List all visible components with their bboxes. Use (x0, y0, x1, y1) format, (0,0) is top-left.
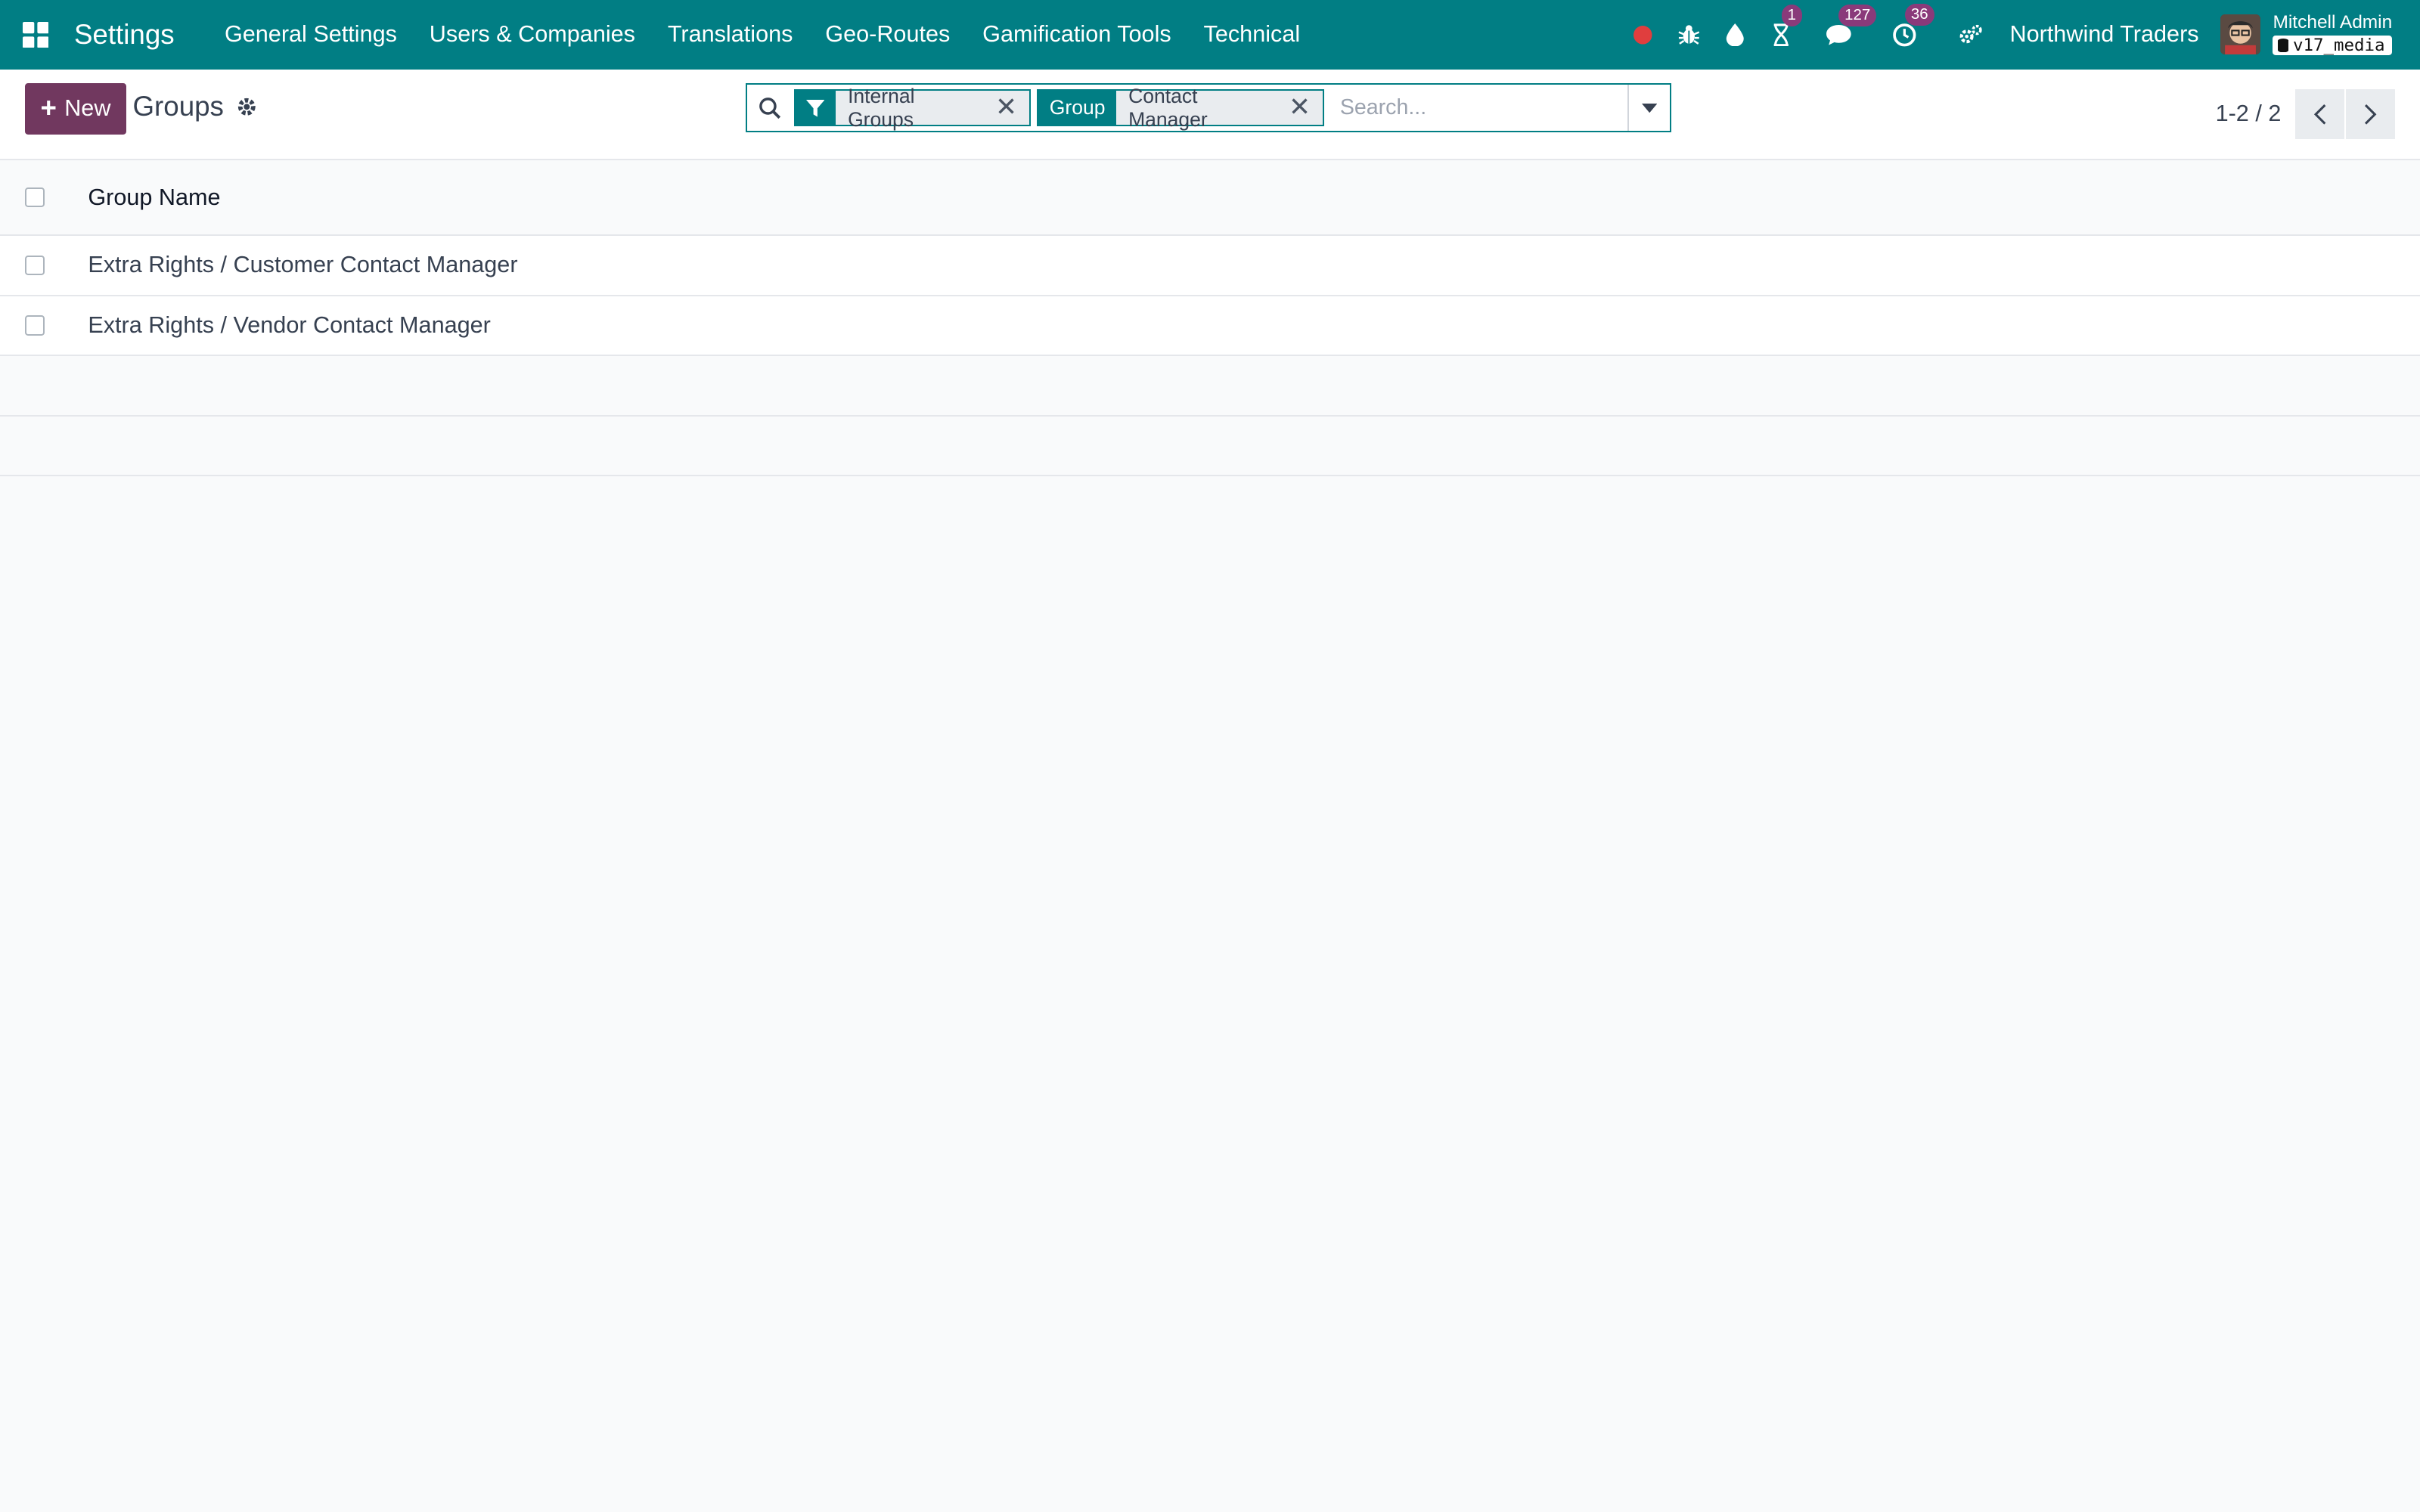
app-root: Settings General Settings Users & Compan… (0, 0, 2420, 1512)
debug-bug-icon[interactable] (1668, 23, 1711, 47)
remove-facet-close-icon[interactable]: ✕ (995, 94, 1017, 121)
row-checkbox[interactable] (24, 255, 45, 276)
facet-group-text: Contact Manager (1128, 84, 1208, 131)
database-name: v17_media (2292, 35, 2385, 55)
remove-facet-close-icon[interactable]: ✕ (1289, 94, 1311, 121)
menu-technical[interactable]: Technical (1187, 21, 1316, 48)
settings-gears-icon[interactable] (1950, 23, 1993, 47)
search-facet-groupby: Group Contact Manager ✕ (1037, 85, 1325, 131)
search-icon[interactable] (747, 97, 794, 120)
search-input[interactable] (1330, 86, 1627, 130)
pager-value[interactable]: 1-2 / 2 (2216, 101, 2282, 127)
caret-down-icon (1641, 103, 1658, 113)
select-all-checkbox[interactable] (24, 187, 45, 208)
group-name-cell[interactable]: Extra Rights / Vendor Contact Manager (88, 312, 491, 339)
empty-row (0, 416, 2420, 477)
groups-list: Group Name Extra Rights / Customer Conta… (0, 160, 2420, 477)
table-row[interactable]: Extra Rights / Vendor Contact Manager (0, 296, 2420, 357)
chevron-right-icon (2364, 104, 2376, 125)
messages-count-badge: 127 (1838, 5, 1877, 26)
menu-general-settings[interactable]: General Settings (209, 21, 414, 48)
actions-gear-icon[interactable] (236, 96, 258, 118)
plus-icon: + (40, 92, 57, 124)
facet-filter-text: Internal Groups (848, 84, 915, 131)
pager-previous-button[interactable] (2294, 89, 2344, 139)
chevron-left-icon (2314, 104, 2326, 125)
user-menu[interactable]: Mitchell Admin v17_media (2220, 12, 2393, 56)
activity-count-badge: 1 (1781, 5, 1803, 26)
empty-row (0, 356, 2420, 417)
updates-clock-icon[interactable]: 36 (1883, 4, 1934, 48)
select-all-cell (0, 187, 88, 208)
user-name: Mitchell Admin (2273, 12, 2393, 33)
menu-translations[interactable]: Translations (651, 21, 808, 48)
user-info: Mitchell Admin v17_media (2273, 12, 2393, 56)
new-button[interactable]: + New (24, 83, 127, 135)
user-avatar (2220, 14, 2261, 55)
table-row[interactable]: Extra Rights / Customer Contact Manager (0, 236, 2420, 296)
search-options-toggle[interactable] (1627, 85, 1670, 132)
droplet-icon[interactable] (1714, 23, 1757, 47)
app-menu-icon[interactable] (18, 17, 52, 51)
systray: 1 127 36 Northwind Traders Mitchell Admi… (1619, 0, 2420, 70)
top-navbar: Settings General Settings Users & Compan… (0, 0, 2420, 70)
activity-hourglass-icon[interactable]: 1 (1760, 5, 1803, 47)
menu-users-companies[interactable]: Users & Companies (413, 21, 651, 48)
pager-next-button[interactable] (2346, 89, 2396, 139)
facet-value: Contact Manager ✕ (1115, 85, 1323, 131)
search-facet-filter: Internal Groups ✕ (793, 85, 1032, 131)
facet-label: Group (1038, 91, 1116, 125)
main-menu: General Settings Users & Companies Trans… (209, 21, 1317, 48)
row-select-cell (0, 255, 88, 276)
menu-gamification-tools[interactable]: Gamification Tools (966, 21, 1187, 48)
app-title[interactable]: Settings (74, 19, 175, 51)
column-header-group-name[interactable]: Group Name (88, 184, 220, 211)
recording-dot-icon[interactable] (1621, 25, 1664, 45)
database-tag: v17_media (2273, 35, 2393, 56)
row-select-cell (0, 315, 88, 336)
company-switcher[interactable]: Northwind Traders (2009, 21, 2198, 48)
breadcrumb: Groups (133, 91, 258, 122)
messages-chat-icon[interactable]: 127 (1817, 5, 1877, 47)
database-icon (2277, 39, 2288, 53)
group-name-cell[interactable]: Extra Rights / Customer Contact Manager (88, 252, 517, 278)
row-checkbox[interactable] (24, 315, 45, 336)
new-button-label: New (64, 95, 111, 122)
updates-count-badge: 36 (1904, 4, 1934, 26)
facet-value: Internal Groups ✕ (835, 85, 1030, 131)
page-title: Groups (132, 91, 224, 122)
control-panel: + New Groups Internal Groups ✕ Group Con… (0, 69, 2420, 161)
filter-icon (795, 91, 836, 125)
search-bar: Internal Groups ✕ Group Contact Manager … (745, 83, 1672, 133)
pager: 1-2 / 2 (2216, 89, 2396, 139)
menu-geo-routes[interactable]: Geo-Routes (809, 21, 966, 48)
list-header: Group Name (0, 160, 2420, 237)
